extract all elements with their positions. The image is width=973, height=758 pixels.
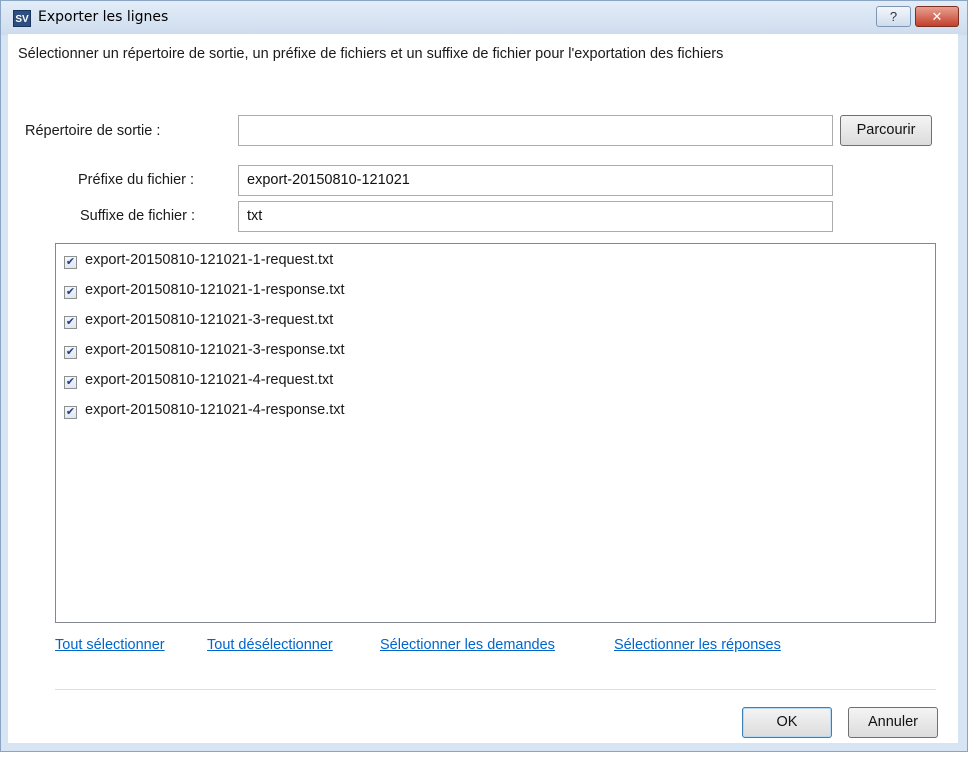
file-name: export-20150810-121021-1-request.txt bbox=[85, 252, 334, 268]
close-button[interactable]: ✕ bbox=[915, 6, 959, 27]
app-icon: SV bbox=[13, 10, 31, 27]
output-dir-input[interactable] bbox=[238, 115, 833, 146]
checkbox-checked-icon[interactable]: ✔ bbox=[64, 376, 77, 389]
select-responses-link[interactable]: Sélectionner les réponses bbox=[614, 637, 781, 653]
checkbox-checked-icon[interactable]: ✔ bbox=[64, 256, 77, 269]
checkbox-checked-icon[interactable]: ✔ bbox=[64, 346, 77, 359]
select-all-link[interactable]: Tout sélectionner bbox=[55, 637, 165, 653]
file-name: export-20150810-121021-4-response.txt bbox=[85, 402, 345, 418]
suffix-label: Suffixe de fichier : bbox=[80, 208, 195, 224]
footer-separator bbox=[55, 689, 936, 690]
suffix-input[interactable]: txt bbox=[238, 201, 833, 232]
cancel-button[interactable]: Annuler bbox=[848, 707, 938, 738]
file-list[interactable]: ✔ export-20150810-121021-1-request.txt ✔… bbox=[55, 243, 936, 623]
window-title: Exporter les lignes bbox=[38, 9, 169, 25]
instructions-text: Sélectionner un répertoire de sortie, un… bbox=[18, 46, 724, 62]
prefix-label: Préfixe du fichier : bbox=[78, 172, 195, 188]
file-name: export-20150810-121021-3-request.txt bbox=[85, 312, 334, 328]
checkbox-checked-icon[interactable]: ✔ bbox=[64, 286, 77, 299]
select-requests-link[interactable]: Sélectionner les demandes bbox=[380, 637, 555, 653]
checkbox-checked-icon[interactable]: ✔ bbox=[64, 316, 77, 329]
deselect-all-link[interactable]: Tout désélectionner bbox=[207, 637, 333, 653]
ok-button[interactable]: OK bbox=[742, 707, 832, 738]
checkbox-checked-icon[interactable]: ✔ bbox=[64, 406, 77, 419]
output-dir-label: Répertoire de sortie : bbox=[25, 123, 161, 139]
file-name: export-20150810-121021-3-response.txt bbox=[85, 342, 345, 358]
prefix-input[interactable]: export-20150810-121021 bbox=[238, 165, 833, 196]
file-name: export-20150810-121021-1-response.txt bbox=[85, 282, 345, 298]
help-button[interactable]: ? bbox=[876, 6, 911, 27]
browse-button[interactable]: Parcourir bbox=[840, 115, 932, 146]
title-bar[interactable]: SV Exporter les lignes ? ✕ bbox=[1, 1, 967, 35]
file-name: export-20150810-121021-4-request.txt bbox=[85, 372, 334, 388]
